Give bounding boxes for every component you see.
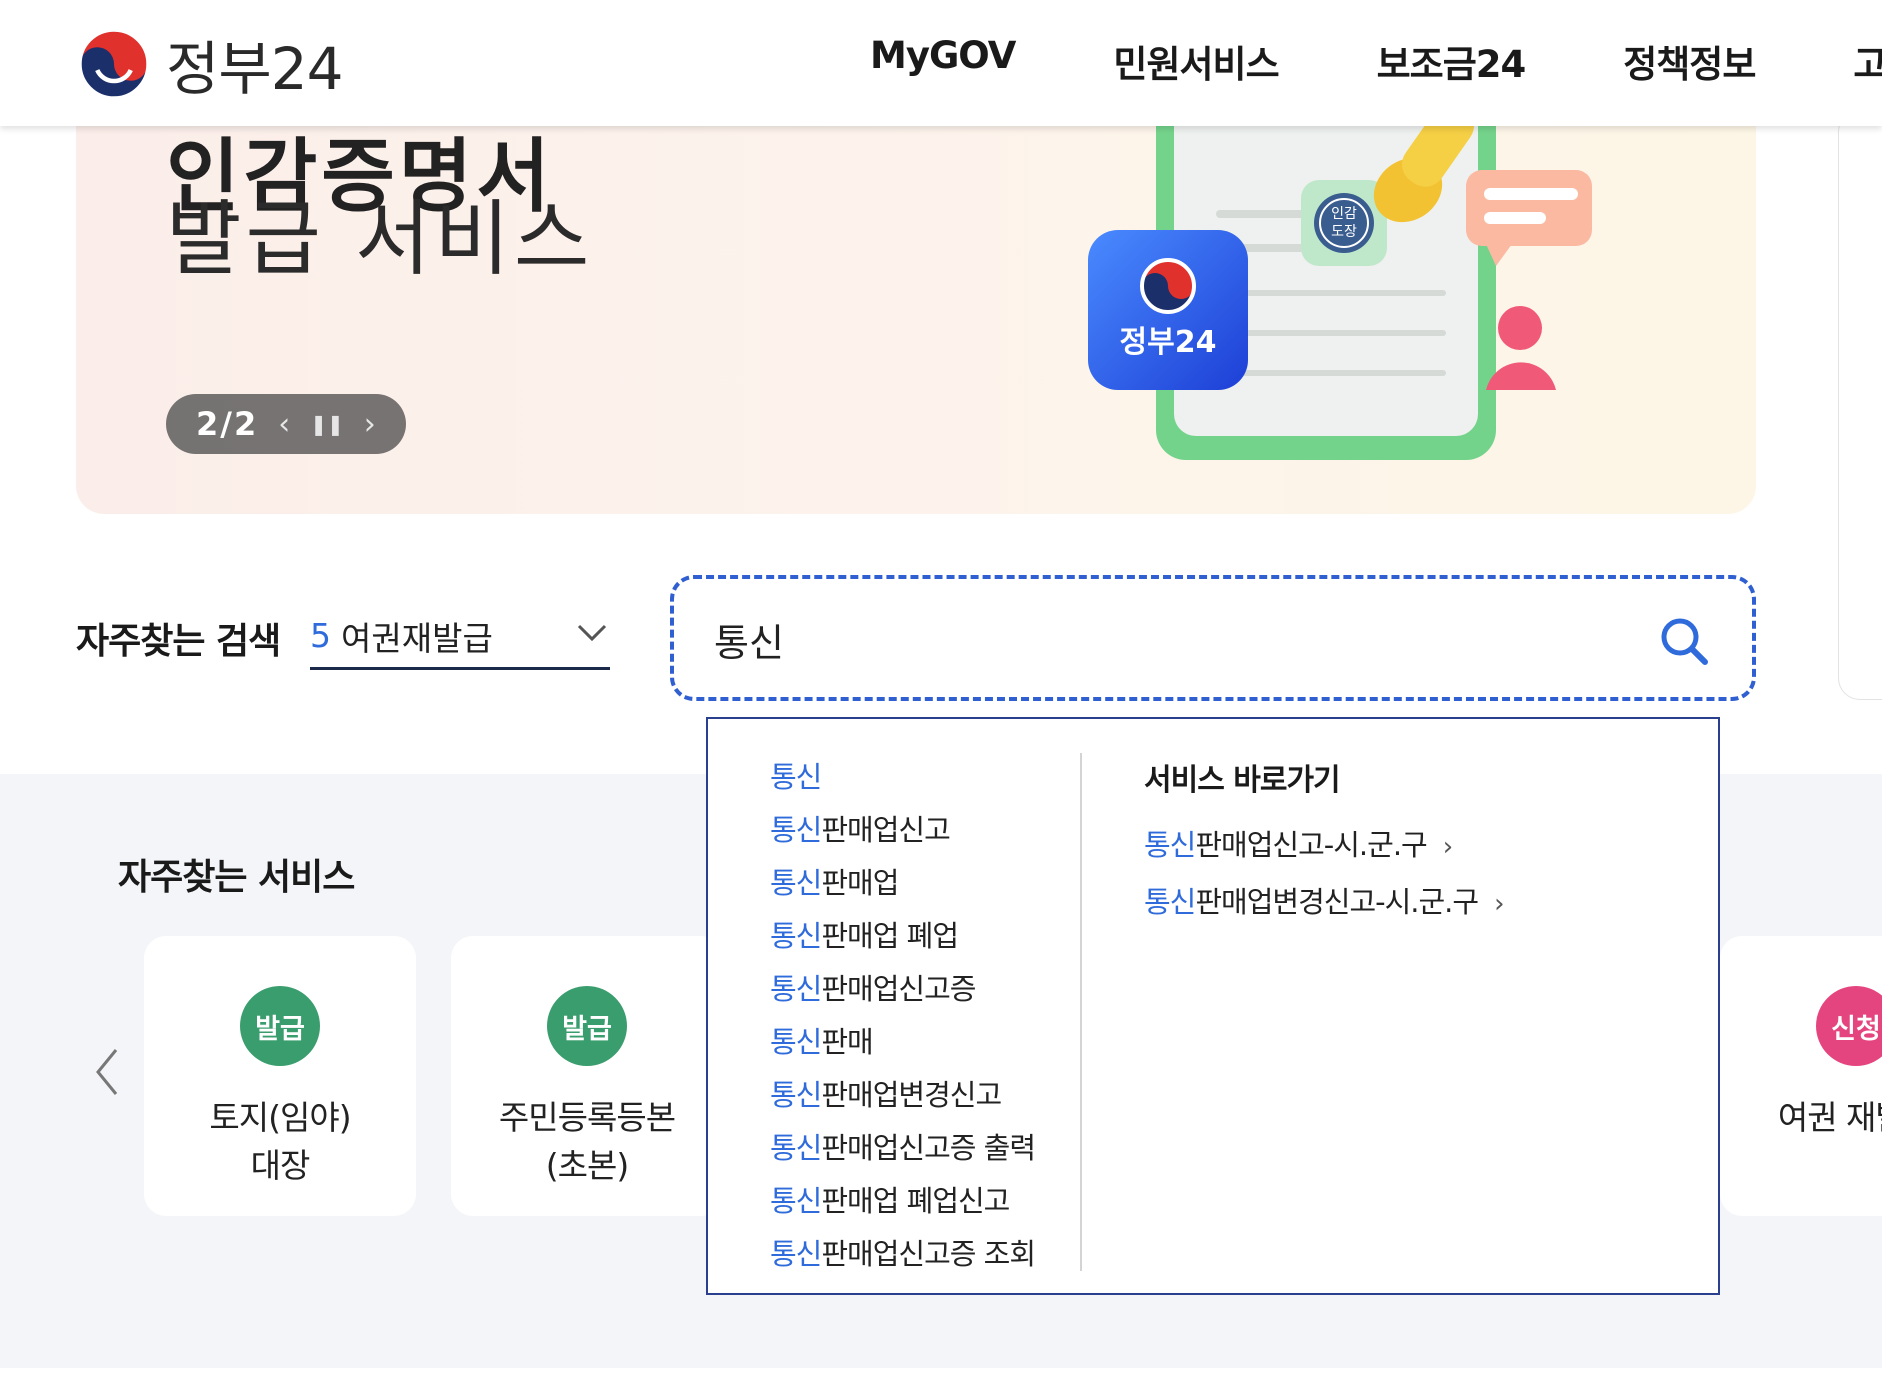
suggestion-list: 통신 통신판매업신고 통신판매업 통신판매업 폐업 통신판매업신고증 통신판매 …: [770, 751, 1110, 1281]
app-icon-label: 정부24: [1120, 325, 1217, 360]
suggestion-highlight: 통신: [770, 813, 822, 847]
search-input[interactable]: [714, 609, 1614, 669]
card-label-line1: 주민등록등본: [498, 1098, 676, 1137]
nav-mygov[interactable]: MyGOV: [870, 34, 1016, 88]
card-badge: 신청: [1816, 986, 1882, 1066]
stamp-text-2: 도장: [1331, 224, 1357, 240]
search-icon[interactable]: [1658, 615, 1710, 667]
hero-banner[interactable]: 인감증명서 발급 서비스 2/2 ‹ ❚❚ › 인감 도장 정부24: [76, 60, 1756, 514]
suggestion-rest: 판매업 폐업: [821, 919, 959, 953]
stamp-text-1: 인감: [1331, 206, 1357, 222]
suggestion-rest: 판매업신고증: [821, 972, 976, 1006]
card-label-line1: 토지(임야): [209, 1098, 351, 1137]
suggestion-rest: 판매업변경신고: [821, 1078, 1002, 1112]
frequent-search-dropdown[interactable]: 5 여권재발급: [310, 604, 610, 670]
card-badge: 발급: [240, 986, 320, 1066]
frequent-search-keyword: 여권재발급: [341, 618, 493, 658]
frequent-search-label: 자주찾는 검색: [76, 621, 281, 662]
suggestion-highlight: 통신: [770, 919, 822, 953]
main-nav: MyGOV 민원서비스 보조금24 정책정보 고객: [870, 34, 1882, 88]
nav-subsidy24[interactable]: 보조금24: [1377, 34, 1527, 88]
suggestion-item[interactable]: 통신판매업신고증 출력: [770, 1122, 1110, 1175]
service-card-passport-reissue[interactable]: 신청 여권 재발급: [1720, 936, 1882, 1216]
site-logo[interactable]: 정부24: [76, 22, 344, 106]
suggestion-highlight: 통신: [770, 1131, 822, 1165]
chevron-right-icon: ›: [1442, 832, 1453, 862]
slide-next-icon[interactable]: ›: [364, 407, 376, 442]
card-label-line2: 대장: [250, 1146, 311, 1185]
service-card-resident-register[interactable]: 발급 주민등록등본 (초본): [451, 936, 723, 1216]
suggestion-item[interactable]: 통신판매업변경신고: [770, 1069, 1110, 1122]
carousel-prev-icon[interactable]: [90, 1046, 124, 1098]
nav-policy-info[interactable]: 정책정보: [1623, 34, 1756, 88]
slide-pause-icon[interactable]: ❚❚: [310, 412, 344, 436]
slide-controls: 2/2 ‹ ❚❚ ›: [166, 394, 406, 454]
shortcut-title: 서비스 바로가기: [1144, 763, 1341, 798]
suggestion-item[interactable]: 통신판매: [770, 1016, 1110, 1069]
page: 정부24 MyGOV 민원서비스 보조금24 정책정보 고객 인감증명서 발급 …: [0, 0, 1882, 1388]
nav-customer[interactable]: 고객: [1853, 34, 1882, 88]
card-label: 주민등록등본 (초본): [451, 1094, 723, 1190]
suggestion-item[interactable]: 통신판매업 폐업: [770, 910, 1110, 963]
suggestion-highlight: 통신: [770, 1237, 822, 1271]
suggestion-item[interactable]: 통신: [770, 751, 1110, 804]
suggestion-item[interactable]: 통신판매업신고: [770, 804, 1110, 857]
shortcut-rest: 판매업변경신고-시.군.구: [1195, 885, 1479, 919]
suggestion-rest: 판매업: [821, 866, 899, 900]
shortcut-link[interactable]: 통신판매업변경신고-시.군.구 ›: [1144, 874, 1505, 931]
frequent-search-rank: 5: [310, 616, 331, 655]
suggestion-rest: 판매업 폐업신고: [821, 1184, 1010, 1218]
card-label-line2: (초본): [545, 1146, 629, 1185]
suggestion-rest: 판매업신고: [821, 813, 950, 847]
search-box: [670, 575, 1756, 701]
nav-civil-services[interactable]: 민원서비스: [1113, 34, 1279, 88]
suggestion-highlight: 통신: [770, 972, 822, 1006]
card-badge: 발급: [547, 986, 627, 1066]
shortcut-highlight: 통신: [1144, 828, 1196, 862]
card-label: 여권 재발급: [1720, 1094, 1882, 1142]
suggestion-highlight: 통신: [770, 1184, 822, 1218]
suggestion-highlight: 통신: [770, 760, 822, 794]
site-header: 정부24 MyGOV 민원서비스 보조금24 정책정보 고객: [0, 0, 1882, 126]
right-side-panel: [1838, 110, 1882, 700]
taegeuk-logo-icon: [79, 29, 149, 99]
card-label-line1: 여권 재발급: [1777, 1098, 1882, 1137]
chevron-right-icon: ›: [1494, 889, 1504, 919]
banner-title-line2: 발급 서비스: [166, 192, 594, 287]
suggestion-highlight: 통신: [770, 1025, 822, 1059]
suggestion-rest: 판매업신고증 출력: [821, 1131, 1036, 1165]
service-card-land-register[interactable]: 발급 토지(임야) 대장: [144, 936, 416, 1216]
suggestion-item[interactable]: 통신판매업신고증: [770, 963, 1110, 1016]
slide-counter: 2/2: [196, 405, 259, 443]
shortcut-list: 통신판매업신고-시.군.구 › 통신판매업변경신고-시.군.구 ›: [1144, 817, 1505, 931]
card-label: 토지(임야) 대장: [144, 1094, 416, 1190]
suggestion-highlight: 통신: [770, 866, 822, 900]
chevron-down-icon: [577, 624, 607, 642]
suggestion-item[interactable]: 통신판매업: [770, 857, 1110, 910]
shortcut-highlight: 통신: [1144, 885, 1196, 919]
shortcut-link[interactable]: 통신판매업신고-시.군.구 ›: [1144, 817, 1503, 874]
shortcut-rest: 판매업신고-시.군.구: [1195, 828, 1427, 862]
autocomplete-dropdown: 통신 통신판매업신고 통신판매업 통신판매업 폐업 통신판매업신고증 통신판매 …: [706, 717, 1720, 1295]
logo-text: 정부24: [166, 35, 344, 103]
suggestion-highlight: 통신: [770, 1078, 822, 1112]
suggestion-item[interactable]: 통신판매업 폐업신고: [770, 1175, 1110, 1228]
banner-illustration: 인감 도장 정부24: [1088, 60, 1592, 460]
suggestion-rest: 판매업신고증 조회: [821, 1237, 1036, 1271]
slide-prev-icon[interactable]: ‹: [278, 407, 290, 442]
frequent-services-title: 자주찾는 서비스: [118, 857, 355, 898]
dropdown-divider: [1080, 753, 1082, 1271]
suggestion-rest: 판매: [821, 1025, 873, 1059]
suggestion-item[interactable]: 통신판매업신고증 조회: [770, 1228, 1110, 1281]
